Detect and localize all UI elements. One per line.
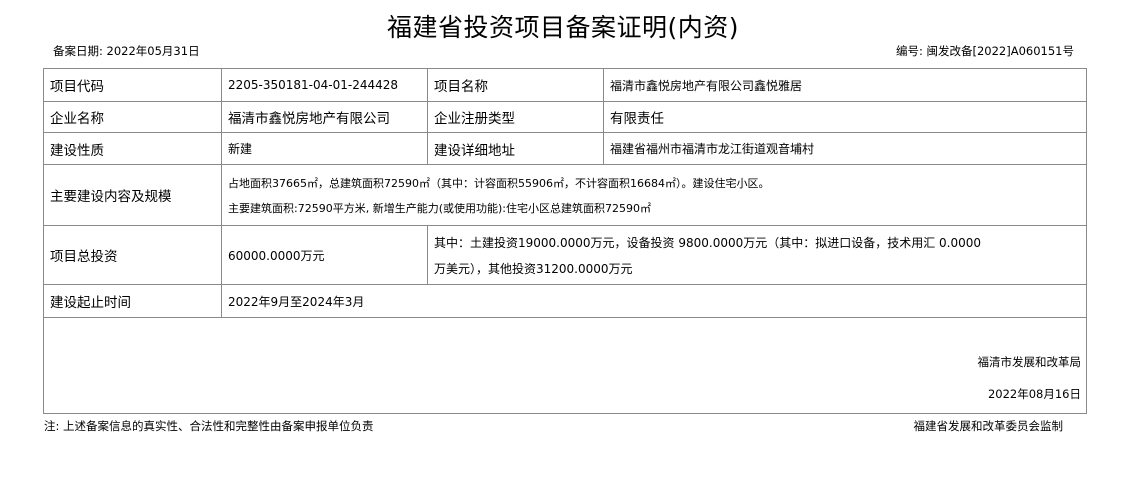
label-company-type: 企业注册类型 (427, 101, 604, 133)
value-investment-total: 60000.0000万元 (221, 225, 428, 285)
value-company-name: 福清市鑫悦房地产有限公司 (221, 101, 428, 133)
footer-supervisor: 福建省发展和改革委员会监制 (913, 419, 1064, 433)
table-row: 项目总投资 60000.0000万元 其中：土建投资19000.0000万元，设… (43, 225, 1087, 285)
signature-block: 福清市发展和改革局 2022年08月16日 (43, 317, 1087, 414)
footer-note: 注: 上述备案信息的真实性、合法性和完整性由备案申报单位负责 (44, 419, 374, 433)
content-line-2: 主要建筑面积:72590平方米, 新增生产能力(或使用功能):住宅小区总建筑面积… (228, 201, 651, 215)
content-line-1: 占地面积37665㎡，总建筑面积72590㎡（其中：计容面积55906㎡，不计容… (228, 176, 770, 190)
signature-org: 福清市发展和改革局 (977, 355, 1082, 369)
value-address: 福建省福州市福清市龙江街道观音埔村 (603, 132, 1087, 165)
serial-number: 编号: 闽发改备[2022]A060151号 (895, 44, 1074, 58)
value-nature: 新建 (221, 132, 428, 165)
value-period: 2022年9月至2024年3月 (221, 284, 1087, 318)
value-project-code: 2205-350181-04-01-244428 (221, 68, 428, 102)
value-investment-detail: 其中：土建投资19000.0000万元，设备投资 9800.0000万元（其中：… (427, 225, 1087, 285)
signature-date: 2022年08月16日 (987, 387, 1081, 401)
table-row: 主要建设内容及规模 占地面积37665㎡，总建筑面积72590㎡（其中：计容面积… (43, 164, 1087, 226)
label-project-name: 项目名称 (427, 68, 604, 102)
document-title: 福建省投资项目备案证明(内资) (386, 13, 739, 42)
table-row: 建设起止时间 2022年9月至2024年3月 (43, 284, 1087, 318)
table-row: 福清市发展和改革局 2022年08月16日 (43, 317, 1087, 414)
value-content: 占地面积37665㎡，总建筑面积72590㎡（其中：计容面积55906㎡，不计容… (221, 164, 1087, 226)
table-row: 项目代码 2205-350181-04-01-244428 项目名称 福清市鑫悦… (43, 68, 1087, 102)
record-table: 项目代码 2205-350181-04-01-244428 项目名称 福清市鑫悦… (43, 68, 1087, 414)
value-project-name: 福清市鑫悦房地产有限公司鑫悦雅居 (603, 68, 1087, 102)
investment-detail-line-2: 万美元），其他投资31200.0000万元 (434, 261, 633, 276)
table-row: 建设性质 新建 建设详细地址 福建省福州市福清市龙江街道观音埔村 (43, 132, 1087, 165)
table-row: 企业名称 福清市鑫悦房地产有限公司 企业注册类型 有限责任 (43, 101, 1087, 133)
label-project-code: 项目代码 (43, 68, 222, 102)
label-content: 主要建设内容及规模 (43, 164, 222, 226)
label-company-name: 企业名称 (43, 101, 222, 133)
label-investment: 项目总投资 (43, 225, 222, 285)
label-nature: 建设性质 (43, 132, 222, 165)
value-company-type: 有限责任 (603, 101, 1087, 133)
investment-detail-line-1: 其中：土建投资19000.0000万元，设备投资 9800.0000万元（其中：… (434, 235, 982, 250)
label-address: 建设详细地址 (427, 132, 604, 165)
record-date: 备案日期: 2022年05月31日 (53, 44, 200, 58)
label-period: 建设起止时间 (43, 284, 222, 318)
